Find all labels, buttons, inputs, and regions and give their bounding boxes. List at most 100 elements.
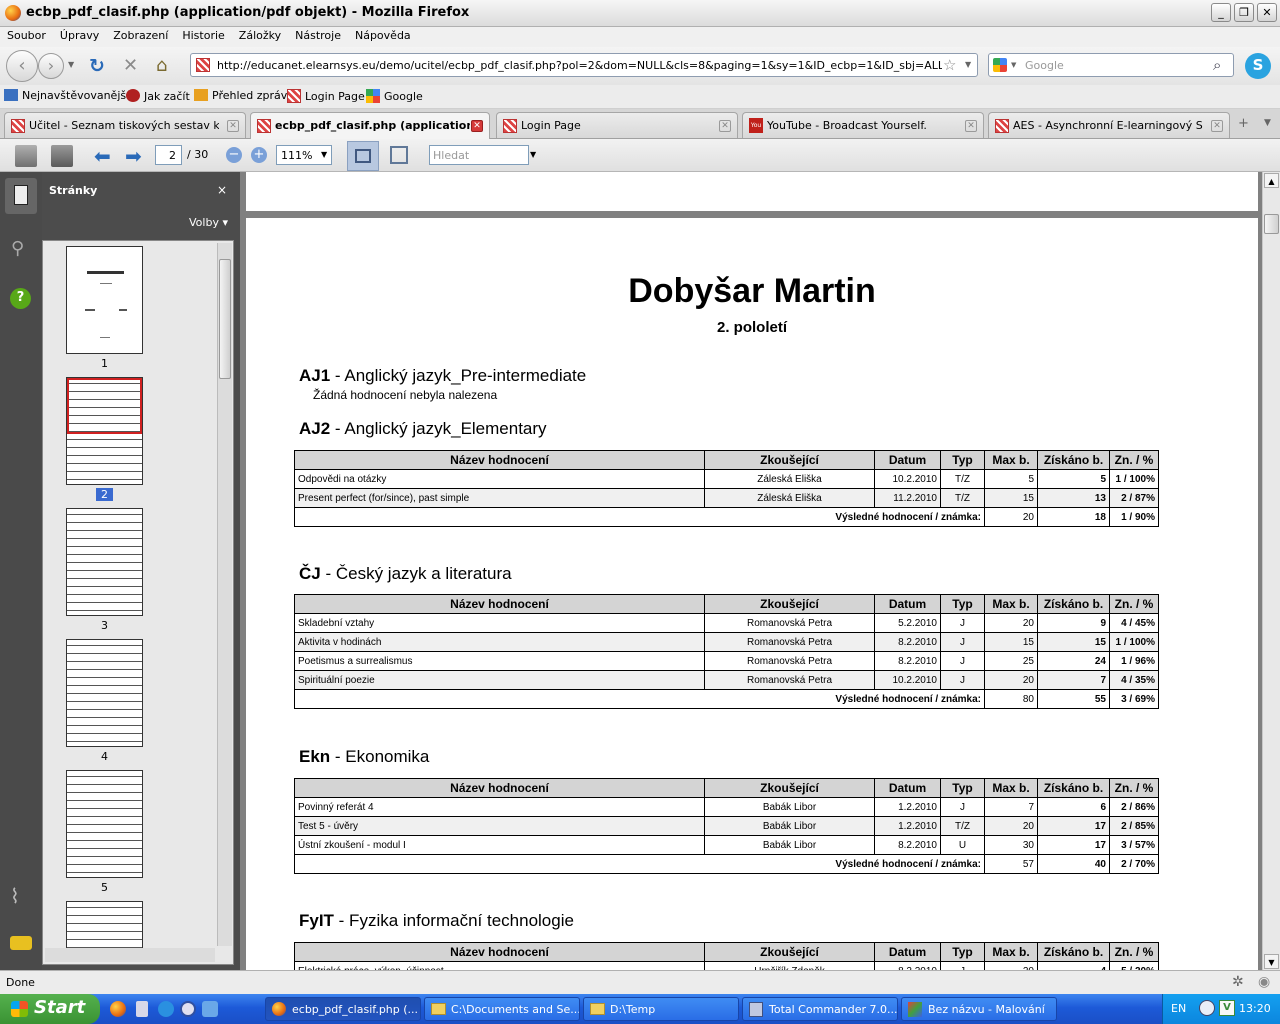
table-row: Elektrická práce, výkon, účinnostHrnčiří… — [294, 961, 1159, 970]
table-cell: 15 — [984, 488, 1038, 508]
tray-app-icon[interactable]: V — [1219, 1000, 1235, 1016]
tab-login-page[interactable]: Login Page ✕ — [496, 112, 738, 138]
zoom-out-icon[interactable]: − — [226, 147, 242, 163]
taskbar-task-paint[interactable]: Bez názvu - Malování — [901, 997, 1057, 1021]
fit-width-button[interactable] — [347, 141, 379, 171]
taskbar-task-documents[interactable]: C:\Documents and Se... — [424, 997, 580, 1021]
addon-status-icon[interactable]: ◉ — [1258, 974, 1270, 990]
engine-dropdown-icon[interactable]: ▼ — [1011, 61, 1016, 69]
menu-zobrazeni[interactable]: Zobrazení — [106, 27, 175, 42]
zoom-in-icon[interactable]: + — [251, 147, 267, 163]
save-icon[interactable] — [51, 145, 73, 167]
home-icon[interactable]: ⌂ — [156, 55, 167, 76]
url-bar[interactable]: http://educanet.elearnsys.eu/demo/ucitel… — [190, 53, 978, 77]
bookmark-news[interactable]: Přehled zpráv — [194, 89, 287, 102]
page-thumbnail-2[interactable] — [66, 377, 143, 485]
table-cell: Poetismus a surrealismus — [294, 651, 705, 671]
tab-close-icon[interactable]: ✕ — [965, 120, 977, 132]
previous-page-icon[interactable]: ⬅ — [94, 144, 111, 168]
quicklaunch-firefox-icon[interactable] — [110, 1001, 126, 1017]
bookmark-google[interactable]: Google — [366, 89, 423, 103]
close-button[interactable]: ✕ — [1257, 3, 1277, 22]
zoom-dropdown-icon[interactable]: ▼ — [321, 150, 327, 159]
tab-close-icon[interactable]: ✕ — [471, 120, 483, 132]
comments-icon[interactable] — [10, 936, 32, 950]
tab-aes[interactable]: AES - Asynchronní E-learningový Syst... … — [988, 112, 1230, 138]
table-cell: Odpovědi na otázky — [294, 469, 705, 489]
menu-soubor[interactable]: Soubor — [0, 27, 53, 42]
bookmark-star-icon[interactable]: ☆ — [943, 56, 956, 74]
url-text[interactable]: http://educanet.elearnsys.eu/demo/ucitel… — [217, 59, 942, 72]
tab-close-icon[interactable]: ✕ — [227, 120, 239, 132]
menu-historie[interactable]: Historie — [175, 27, 231, 42]
menu-upravy[interactable]: Úpravy — [53, 27, 106, 42]
quicklaunch-shield-icon[interactable] — [136, 1001, 148, 1017]
page-thumbnail-4[interactable] — [66, 639, 143, 747]
search-go-icon[interactable]: ⌕ — [1213, 56, 1221, 74]
menu-napoveda[interactable]: Nápověda — [348, 27, 418, 42]
quicklaunch-ie-icon[interactable] — [158, 1001, 174, 1017]
minimize-button[interactable]: _ — [1211, 3, 1231, 22]
firebug-icon[interactable]: ✲ — [1232, 974, 1244, 990]
history-dropdown-icon[interactable]: ▼ — [68, 60, 74, 69]
menu-zalozky[interactable]: Záložky — [232, 27, 288, 42]
page-number-input[interactable]: 2 — [155, 145, 182, 165]
skype-addon-icon[interactable]: S — [1245, 53, 1271, 79]
scroll-thumb[interactable] — [1264, 214, 1279, 234]
start-button[interactable]: Start — [0, 994, 100, 1024]
panel-close-icon[interactable]: × — [217, 183, 227, 197]
search-box[interactable]: ▼ Google ⌕ — [988, 53, 1234, 77]
page-thumbnail-5[interactable] — [66, 770, 143, 878]
page-thumbnail-6[interactable] — [66, 901, 143, 949]
panel-options-button[interactable]: Volby ▾ — [189, 216, 228, 229]
tab-ecbp-pdf[interactable]: ecbp_pdf_clasif.php (application... ✕ — [250, 112, 490, 139]
print-icon[interactable] — [15, 145, 37, 167]
tab-close-icon[interactable]: ✕ — [719, 120, 731, 132]
stop-icon[interactable]: ✕ — [123, 55, 138, 76]
pages-tab[interactable] — [5, 178, 37, 214]
quicklaunch-media-icon[interactable] — [180, 1001, 196, 1017]
taskbar-task-temp[interactable]: D:\Temp — [583, 997, 739, 1021]
thumbnails-hscrollbar[interactable] — [45, 948, 215, 962]
attachments-binoculars-icon[interactable]: ⚲ — [11, 238, 24, 259]
column-header: Zn. / % — [1109, 450, 1159, 470]
page-thumbnail-3[interactable] — [66, 508, 143, 616]
table-cell: 8.2.2010 — [874, 961, 941, 970]
tray-arrow-icon[interactable] — [1199, 1000, 1215, 1016]
bookmark-getting-started[interactable]: Jak začít — [126, 89, 190, 103]
document-scrollbar[interactable]: ▲ ▼ — [1262, 172, 1280, 970]
help-icon[interactable]: ? — [10, 288, 31, 309]
bookmark-most-visited[interactable]: Nejnavštěvovanější — [4, 89, 129, 102]
table-cell: 1.2.2010 — [874, 797, 941, 817]
url-dropdown-icon[interactable]: ▼ — [965, 60, 971, 69]
language-indicator[interactable]: EN — [1171, 1002, 1186, 1015]
tab-list-icon[interactable]: ▼ — [1264, 118, 1271, 128]
forward-button[interactable]: › — [38, 53, 64, 79]
thumbnails-scroll-thumb[interactable] — [219, 259, 231, 379]
fit-page-icon[interactable] — [390, 146, 408, 164]
taskbar-task-firefox[interactable]: ecbp_pdf_clasif.php (... — [265, 997, 421, 1021]
table-cell: 17 — [1037, 835, 1110, 855]
google-engine-icon[interactable] — [993, 58, 1007, 72]
attachment-paperclip-icon[interactable]: ⌇ — [10, 884, 20, 908]
thumbnails-scrollbar[interactable] — [217, 243, 232, 946]
tab-ucitel[interactable]: Učitel - Seznam tiskových sestav klasif.… — [4, 112, 246, 138]
taskbar-task-total-commander[interactable]: Total Commander 7.0... — [742, 997, 898, 1021]
column-header: Název hodnocení — [294, 594, 705, 614]
new-tab-icon[interactable]: + — [1238, 116, 1249, 131]
menu-nastroje[interactable]: Nástroje — [288, 27, 348, 42]
tab-close-icon[interactable]: ✕ — [1211, 120, 1223, 132]
scroll-up-icon[interactable]: ▲ — [1264, 173, 1279, 188]
quicklaunch-desktop-icon[interactable] — [202, 1001, 218, 1017]
zoom-select[interactable]: 111% ▼ — [276, 145, 332, 165]
next-page-icon[interactable]: ➡ — [125, 144, 142, 168]
page-thumbnail-1[interactable] — [66, 246, 143, 354]
back-button[interactable]: ‹ — [6, 50, 38, 82]
reload-icon[interactable]: ↻ — [89, 55, 105, 77]
tab-youtube[interactable]: You YouTube - Broadcast Yourself. ✕ — [742, 112, 984, 138]
scroll-down-icon[interactable]: ▼ — [1264, 954, 1279, 969]
bookmark-login-page[interactable]: Login Page — [287, 89, 365, 103]
find-dropdown-icon[interactable]: ▼ — [530, 150, 536, 159]
maximize-button[interactable]: ❐ — [1234, 3, 1254, 22]
find-input[interactable]: Hledat — [429, 145, 529, 165]
